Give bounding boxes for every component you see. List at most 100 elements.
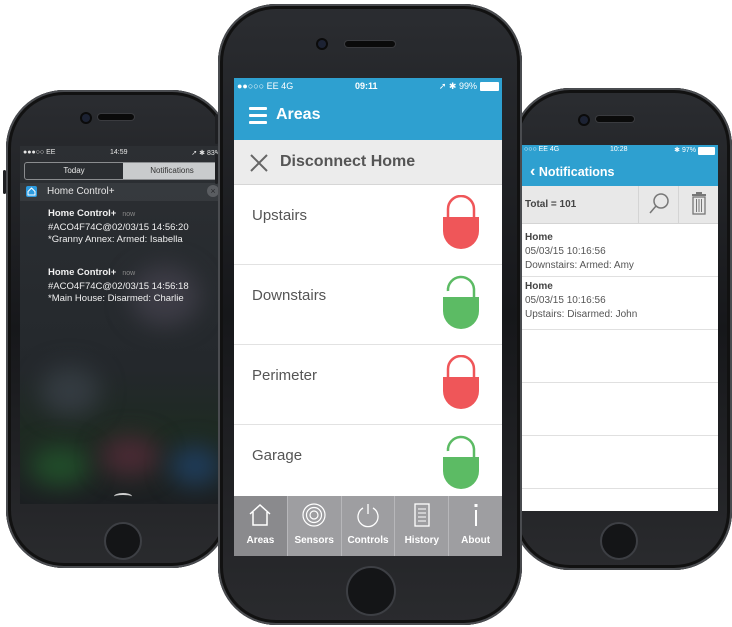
- area-name: Garage: [252, 447, 303, 464]
- tab-notifications[interactable]: Notifications: [123, 163, 221, 179]
- notification-date: 05/03/15 10:16:56: [525, 246, 606, 257]
- disconnect-home-bar[interactable]: Disconnect Home: [234, 140, 502, 185]
- clock: 09:11: [355, 81, 378, 91]
- center-screen: ●●○○○ EE 4G 09:11 ➚ ✱ 99% Areas Disconne…: [234, 78, 502, 556]
- notification-time: now: [122, 270, 136, 277]
- padlock-unlocked-icon[interactable]: [440, 435, 482, 493]
- notification-title: Home: [525, 232, 553, 243]
- app-group-header: Home Control+ ×: [20, 183, 224, 201]
- empty-row: [522, 383, 718, 436]
- nav-bar: Areas: [234, 94, 502, 140]
- power-icon: [357, 504, 379, 528]
- volume-down-button: [215, 154, 218, 184]
- wallpaper-blob: [30, 446, 90, 486]
- battery-label: ➚ ✱ 99%: [438, 81, 477, 91]
- tab-controls[interactable]: Controls: [342, 496, 396, 556]
- notification-title: Home Control+: [48, 208, 117, 219]
- sensor-icon: [302, 503, 326, 527]
- volume-up-button: [215, 114, 218, 144]
- notification-date: 05/03/15 10:16:56: [525, 295, 606, 306]
- delete-button[interactable]: [678, 186, 718, 223]
- wallpaper-blob: [170, 446, 220, 486]
- notification-line: #ACO4F74C@02/03/15 14:56:18: [48, 280, 189, 292]
- close-icon[interactable]: [250, 154, 268, 172]
- battery-label: ✱ 97%: [674, 147, 696, 154]
- center-phone: ●●○○○ EE 4G 09:11 ➚ ✱ 99% Areas Disconne…: [215, 4, 522, 625]
- menu-icon[interactable]: [249, 107, 267, 125]
- tab-label: History: [404, 535, 440, 546]
- area-row-upstairs[interactable]: Upstairs: [234, 185, 502, 265]
- page-title: Areas: [276, 106, 321, 123]
- notification-item[interactable]: Home Control+ now #ACO4F74C@02/03/15 14:5…: [48, 267, 224, 306]
- notification-time: now: [122, 211, 136, 218]
- page-title: ‹ Notifications: [530, 163, 615, 180]
- area-name: Upstairs: [252, 207, 308, 224]
- tab-label: Sensors: [294, 535, 334, 546]
- right-screen: ○○○ EE 4G 10:28 ✱ 97% ‹ Notifications To…: [522, 145, 718, 511]
- battery-icon: [698, 147, 715, 155]
- notification-detail: Upstairs: Disarmed: John: [525, 309, 638, 320]
- home-button[interactable]: [104, 522, 142, 560]
- grabber-handle[interactable]: [114, 493, 132, 500]
- battery-icon: [480, 82, 499, 91]
- total-count: Total = 101: [525, 199, 577, 210]
- status-bar: ●●○○○ EE 4G 09:11 ➚ ✱ 99%: [234, 78, 502, 94]
- earpiece-speaker: [345, 41, 395, 47]
- notifications-toolbar: Total = 101: [522, 186, 718, 224]
- wallpaper-blob: [100, 436, 160, 476]
- empty-row: [522, 330, 718, 383]
- tab-today[interactable]: Today: [25, 163, 123, 179]
- earpiece-speaker: [596, 116, 634, 122]
- wallpaper-blob: [40, 366, 100, 416]
- home-icon: [249, 503, 271, 526]
- history-icon: [414, 503, 430, 527]
- notification-item[interactable]: Home Control+ now #ACO4F74C@02/03/15 14:5…: [48, 208, 224, 247]
- tab-label: Controls: [347, 535, 389, 546]
- left-screen: ●●●○○ EE 14:59 ➚ ✱ 83% Today Notificatio…: [20, 146, 224, 504]
- clock: 10:28: [610, 146, 628, 153]
- padlock-locked-icon[interactable]: [440, 195, 482, 253]
- notification-line: *Main House: Disarmed: Charlie: [48, 293, 184, 304]
- disconnect-home-label: Disconnect Home: [280, 153, 416, 170]
- back-icon[interactable]: ‹: [530, 163, 535, 180]
- clock: 14:59: [110, 149, 128, 156]
- tab-label: About: [461, 535, 491, 546]
- notification-item[interactable]: Home 05/03/15 10:16:56 Upstairs: Disarme…: [522, 277, 718, 330]
- mute-switch: [3, 170, 6, 194]
- left-phone: ●●●○○ EE 14:59 ➚ ✱ 83% Today Notificatio…: [3, 90, 230, 568]
- carrier-label: ●●●○○ EE: [23, 149, 56, 156]
- trash-icon: [692, 192, 706, 215]
- app-group-title: Home Control+: [47, 186, 115, 197]
- earpiece-speaker: [98, 114, 134, 120]
- notification-item[interactable]: Home 05/03/15 10:16:56 Downstairs: Armed…: [522, 224, 718, 277]
- carrier-label: ●●○○○ EE 4G: [237, 81, 294, 91]
- area-name: Perimeter: [252, 367, 318, 384]
- tab-bar: Areas Sensors Controls History About: [234, 496, 502, 556]
- front-camera: [318, 40, 326, 48]
- nav-bar: ‹ Notifications: [522, 156, 718, 186]
- notification-title: Home: [525, 281, 553, 292]
- home-button[interactable]: [600, 522, 638, 560]
- home-button[interactable]: [346, 566, 396, 616]
- area-row-perimeter[interactable]: Perimeter: [234, 345, 502, 425]
- tab-label: Areas: [246, 535, 275, 546]
- area-row-garage[interactable]: Garage: [234, 425, 502, 504]
- area-name: Downstairs: [252, 287, 327, 304]
- tab-history[interactable]: History: [395, 496, 450, 556]
- home-app-icon: [26, 186, 37, 197]
- tab-sensors[interactable]: Sensors: [288, 496, 342, 556]
- padlock-locked-icon[interactable]: [440, 355, 482, 413]
- notification-center-tabs: Today Notifications: [24, 162, 222, 180]
- notification-line: #ACO4F74C@02/03/15 14:56:20: [48, 221, 189, 233]
- notification-detail: Downstairs: Armed: Amy: [525, 260, 634, 271]
- status-bar: ●●●○○ EE 14:59 ➚ ✱ 83%: [20, 146, 224, 160]
- notification-title: Home Control+: [48, 267, 117, 278]
- tab-areas[interactable]: Areas: [234, 496, 288, 556]
- info-icon: [474, 504, 478, 526]
- padlock-unlocked-icon[interactable]: [440, 275, 482, 333]
- tab-about[interactable]: About: [449, 496, 502, 556]
- notification-line: *Granny Annex: Armed: Isabella: [48, 234, 183, 245]
- area-row-downstairs[interactable]: Downstairs: [234, 265, 502, 345]
- search-button[interactable]: [638, 186, 679, 223]
- front-camera: [580, 116, 588, 124]
